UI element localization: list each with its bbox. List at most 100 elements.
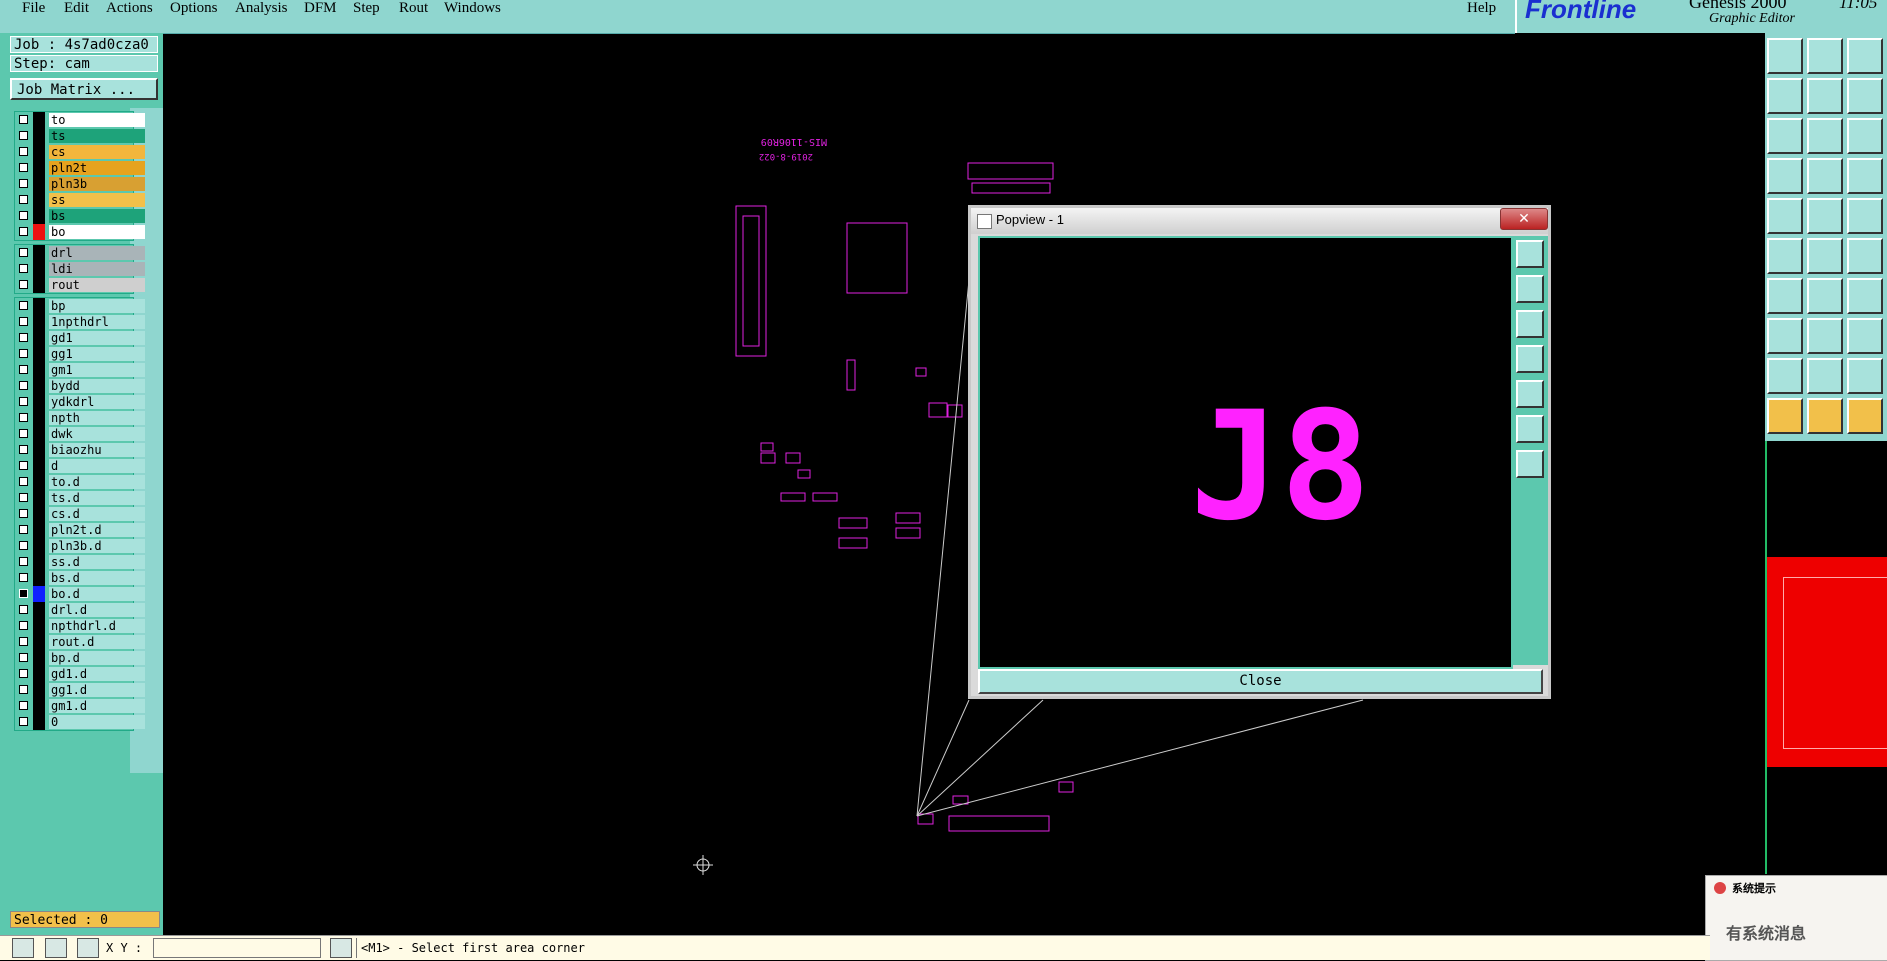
layer-row[interactable]: bo.d [15,586,145,602]
layer-row[interactable]: ydkdrl [15,394,145,410]
select-2-icon[interactable] [1807,398,1843,434]
layer-name[interactable]: 0 [49,715,145,729]
layer-name[interactable]: d [49,459,145,473]
layer-row[interactable]: biaozhu [15,442,145,458]
layer-name[interactable]: bydd [49,379,145,393]
layer-checkbox[interactable] [19,211,28,220]
layer-checkbox[interactable] [19,653,28,662]
layer-checkbox[interactable] [19,280,28,289]
layer-name[interactable]: bp.d [49,651,145,665]
layer-name[interactable]: ts [49,129,145,143]
layer-checkbox[interactable] [19,621,28,630]
layer-checkbox[interactable] [19,685,28,694]
layer-row[interactable]: pln3b.d [15,538,145,554]
layer-checkbox[interactable] [19,147,28,156]
layer-checkbox[interactable] [19,557,28,566]
layer-row[interactable]: pln3b [15,176,145,192]
pan-down-icon[interactable] [1516,310,1544,338]
layer-row[interactable]: cs.d [15,506,145,522]
layer-name[interactable]: ss.d [49,555,145,569]
layer-checkbox[interactable] [19,525,28,534]
layer-name[interactable]: pln3b [49,177,145,191]
layer-row[interactable]: gg1.d [15,682,145,698]
pin-icon[interactable] [1807,158,1843,194]
layer-row[interactable]: to [15,112,145,128]
layer-checkbox[interactable] [19,605,28,614]
move-icon[interactable] [1767,318,1803,354]
menu-file[interactable]: File [22,0,45,17]
zoom-in-icon[interactable] [1516,415,1544,443]
cut-icon[interactable] [1807,318,1843,354]
layer-checkbox[interactable] [19,589,28,598]
layer-row[interactable]: pln2t [15,160,145,176]
layer-row[interactable]: gg1 [15,346,145,362]
zoom-out-icon[interactable] [1516,450,1544,478]
select-icon[interactable] [1767,398,1803,434]
info-icon[interactable] [330,938,352,958]
layer-checkbox[interactable] [19,429,28,438]
layer-name[interactable]: cs.d [49,507,145,521]
layer-checkbox[interactable] [19,227,28,236]
menu-options[interactable]: Options [170,0,218,17]
layer-name[interactable]: gg1.d [49,683,145,697]
layer-checkbox[interactable] [19,131,28,140]
layer-name[interactable]: gg1 [49,347,145,361]
close-button[interactable]: Close [978,669,1543,694]
layer-checkbox[interactable] [19,701,28,710]
open-icon[interactable] [1767,38,1803,74]
layer-row[interactable]: bo [15,224,145,240]
layer-name[interactable]: bo.d [49,587,145,601]
layer-checkbox[interactable] [19,248,28,257]
add-pad-icon[interactable] [1767,238,1803,274]
layer-name[interactable]: npth [49,411,145,425]
delete-feature-icon[interactable] [1807,238,1843,274]
layer-checkbox[interactable] [19,317,28,326]
layer-name[interactable]: ss [49,193,145,207]
layer-checkbox[interactable] [19,365,28,374]
layer-row[interactable]: ss [15,192,145,208]
highlight-icon[interactable] [1807,198,1843,234]
layer-row[interactable]: ts.d [15,490,145,506]
layer-name[interactable]: gd1 [49,331,145,345]
layer-row[interactable]: drl [15,245,145,261]
layer-row[interactable]: ss.d [15,554,145,570]
layer-name[interactable]: npthdrl.d [49,619,145,633]
layer-checkbox[interactable] [19,264,28,273]
scale-icon[interactable] [1847,318,1883,354]
layer-name[interactable]: to [49,113,145,127]
menu-step[interactable]: Step [353,0,380,17]
layer-name[interactable]: ldi [49,262,145,276]
system-notice[interactable]: 系统提示 有系统消息 [1705,875,1887,961]
popview-titlebar[interactable]: Popview - 1 ✕ [971,208,1548,234]
layer-row[interactable]: d [15,458,145,474]
layer-name[interactable]: rout [49,278,145,292]
layer-checkbox[interactable] [19,461,28,470]
layer-checkbox[interactable] [19,637,28,646]
layer-row[interactable]: bp [15,298,145,314]
menu-help[interactable]: Help [1467,0,1496,17]
layer-name[interactable]: biaozhu [49,443,145,457]
select-3-icon[interactable] [1847,398,1883,434]
menu-analysis[interactable]: Analysis [235,0,288,17]
layer-row[interactable]: bydd [15,378,145,394]
menu-windows[interactable]: Windows [444,0,501,17]
one-to-one-icon[interactable] [1847,118,1883,154]
layer-name[interactable]: gm1.d [49,699,145,713]
layer-row[interactable]: to.d [15,474,145,490]
layer-checkbox[interactable] [19,509,28,518]
layer-name[interactable]: gd1.d [49,667,145,681]
menu-edit[interactable]: Edit [64,0,89,17]
layer-name[interactable]: pln2t [49,161,145,175]
measure-icon[interactable] [45,938,67,958]
layer-name[interactable]: rout.d [49,635,145,649]
layer-checkbox[interactable] [19,195,28,204]
triangle-icon[interactable] [1767,358,1803,394]
zoom-fit-icon[interactable] [1767,118,1803,154]
menu-rout[interactable]: Rout [399,0,428,17]
menu-actions[interactable]: Actions [106,0,153,17]
layer-checkbox[interactable] [19,493,28,502]
rotate-icon[interactable] [1847,278,1883,314]
save-icon[interactable] [1807,38,1843,74]
layer-row[interactable]: gm1.d [15,698,145,714]
undo-zoom-icon[interactable] [1847,78,1883,114]
